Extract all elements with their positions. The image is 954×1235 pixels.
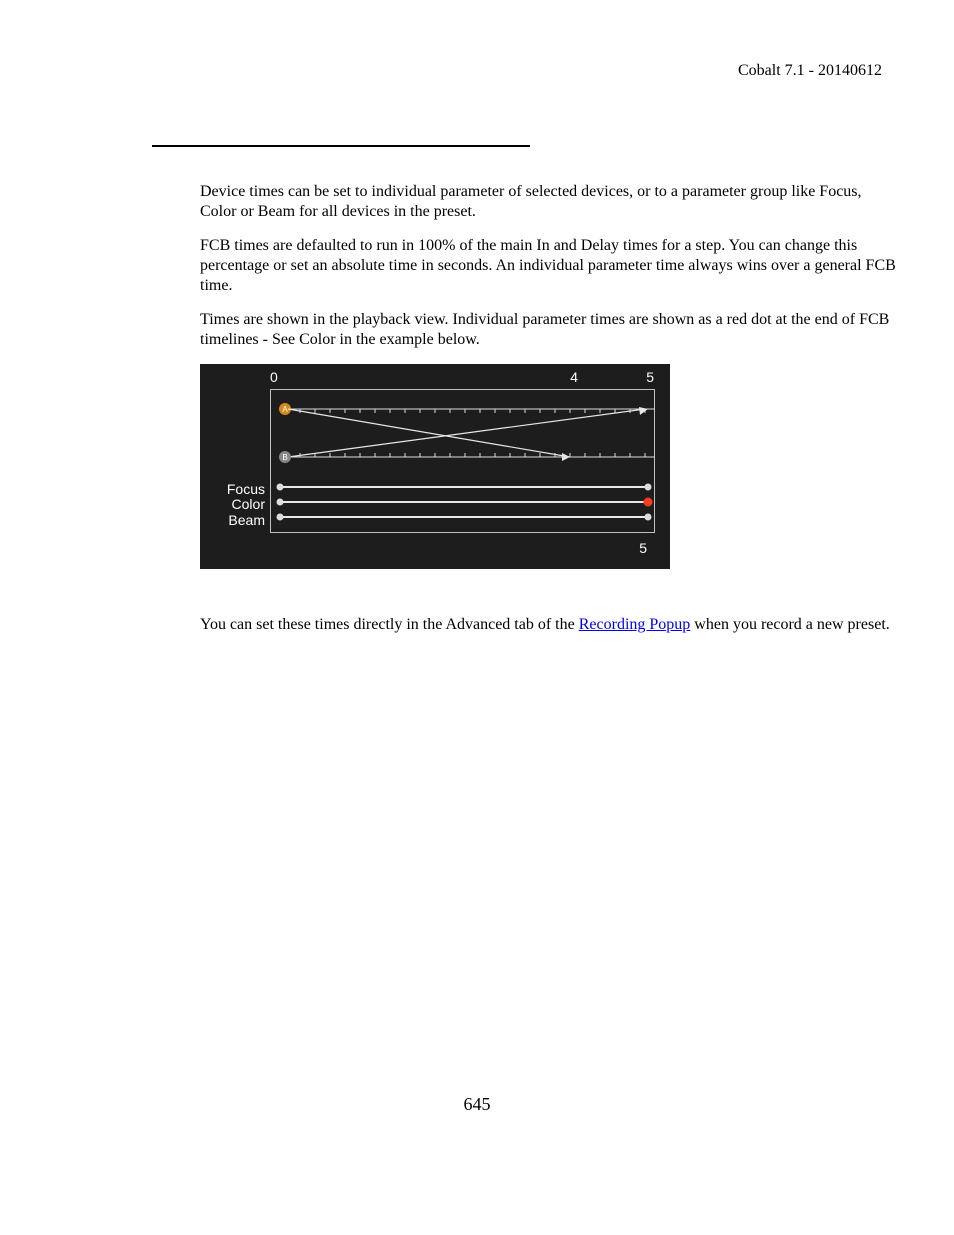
paragraph-4b: when you record a new preset. bbox=[690, 616, 889, 633]
axis-mark-0: 0 bbox=[270, 369, 278, 387]
label-beam: Beam bbox=[210, 513, 265, 528]
label-color: Color bbox=[210, 497, 265, 512]
body-content: Device times can be set to individual pa… bbox=[200, 182, 900, 649]
diagram-top-axis: 0 4 5 bbox=[270, 369, 662, 387]
fcb-labels: Focus Color Beam bbox=[210, 482, 265, 528]
diagram-bottom-axis-5: 5 bbox=[639, 540, 647, 558]
paragraph-4a: You can set these times directly in the … bbox=[200, 616, 579, 633]
marker-b-label: B bbox=[282, 453, 287, 462]
axis-mark-5: 5 bbox=[646, 369, 654, 387]
horizontal-rule bbox=[152, 145, 530, 147]
paragraph-1: Device times can be set to individual pa… bbox=[200, 182, 900, 222]
timeline-diagram: 0 4 5 A bbox=[200, 364, 670, 569]
paragraph-2: FCB times are defaulted to run in 100% o… bbox=[200, 236, 900, 296]
paragraph-3: Times are shown in the playback view. In… bbox=[200, 310, 900, 350]
page-number: 645 bbox=[0, 1094, 954, 1115]
recording-popup-link[interactable]: Recording Popup bbox=[579, 616, 691, 633]
timeline-svg: A B bbox=[270, 389, 655, 533]
color-red-dot-icon bbox=[644, 498, 653, 507]
page-header: Cobalt 7.1 - 20140612 bbox=[738, 62, 882, 80]
label-focus: Focus bbox=[210, 482, 265, 497]
axis-mark-4: 4 bbox=[570, 369, 578, 387]
paragraph-4: You can set these times directly in the … bbox=[200, 615, 900, 635]
marker-a-label: A bbox=[282, 405, 288, 414]
